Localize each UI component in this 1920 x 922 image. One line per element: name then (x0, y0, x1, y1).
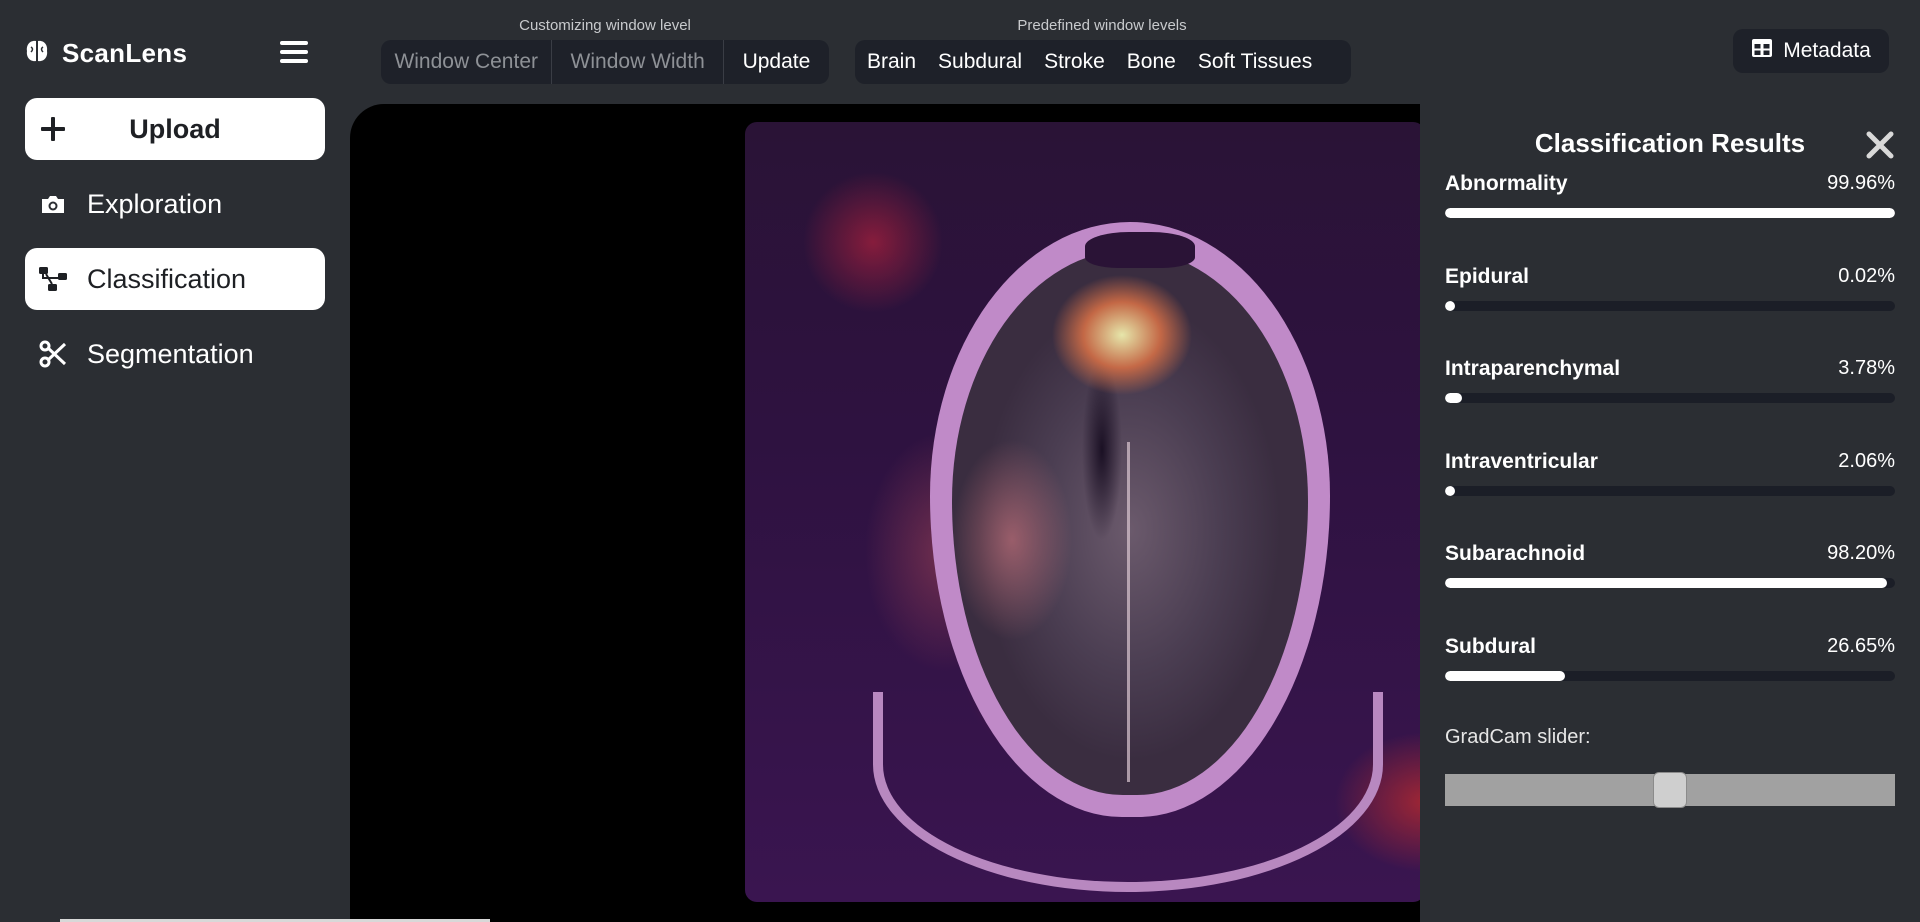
close-panel-button[interactable] (1863, 128, 1901, 166)
result-value: 0.02% (1838, 265, 1895, 287)
window-center-input[interactable]: Window Center (381, 40, 553, 84)
result-progress-fill (1445, 578, 1887, 588)
result-row-intraparenchymal: Intraparenchymal 3.78% (1445, 357, 1895, 417)
hierarchy-icon (35, 261, 71, 297)
metadata-button[interactable]: Metadata (1733, 29, 1889, 73)
result-progress-fill (1445, 671, 1565, 681)
predefined-window-caption: Predefined window levels (1017, 17, 1187, 34)
result-value: 99.96% (1827, 172, 1895, 194)
window-width-input[interactable]: Window Width (552, 40, 724, 84)
upload-button[interactable]: Upload (25, 98, 325, 160)
scan-sinus (1085, 232, 1195, 268)
result-value: 2.06% (1838, 450, 1895, 472)
result-progress-bar (1445, 578, 1895, 588)
result-label: Subarachnoid (1445, 542, 1586, 565)
result-value: 26.65% (1827, 635, 1895, 657)
image-viewer[interactable] (350, 104, 1420, 922)
preset-bone-button[interactable]: Bone (1116, 40, 1187, 84)
close-icon (1866, 131, 1894, 159)
custom-window-caption: Customizing window level (519, 17, 691, 34)
result-label: Intraparenchymal (1445, 357, 1621, 380)
result-progress-fill (1445, 208, 1895, 218)
preset-brain-button[interactable]: Brain (856, 40, 927, 84)
camera-icon (35, 186, 71, 222)
preset-group: Brain Subdural Stroke Bone Soft Tissues (855, 40, 1351, 84)
result-row-intraventricular: Intraventricular 2.06% (1445, 450, 1895, 510)
metadata-label: Metadata (1783, 39, 1871, 62)
preset-subdural-button[interactable]: Subdural (927, 40, 1033, 84)
result-row-subarachnoid: Subarachnoid 98.20% (1445, 542, 1895, 602)
result-progress-bar (1445, 393, 1895, 403)
scan-midline (1127, 442, 1130, 782)
result-progress-bar (1445, 671, 1895, 681)
result-progress-fill (1445, 301, 1455, 311)
result-progress-fill (1445, 393, 1462, 403)
gradcam-slider-label: GradCam slider: (1445, 726, 1591, 748)
brand: ScanLens (24, 38, 187, 69)
scissors-icon (35, 336, 71, 372)
result-row-abnormality: Abnormality 99.96% (1445, 172, 1895, 232)
preset-stroke-button[interactable]: Stroke (1033, 40, 1116, 84)
brain-logo-icon (24, 38, 50, 69)
hamburger-menu-button[interactable] (278, 36, 310, 68)
result-row-subdural: Subdural 26.65% (1445, 635, 1895, 695)
result-label: Subdural (1445, 635, 1537, 658)
result-progress-bar (1445, 208, 1895, 218)
result-value: 98.20% (1827, 542, 1895, 564)
sidebar-item-label: Segmentation (87, 338, 254, 369)
gradcam-slider-thumb[interactable] (1653, 772, 1687, 808)
sidebar-item-label: Exploration (87, 188, 223, 219)
panel-title: Classification Results (1534, 128, 1806, 158)
hamburger-icon (280, 41, 308, 63)
upload-label: Upload (129, 113, 221, 144)
result-progress-bar (1445, 301, 1895, 311)
scan-brain (952, 250, 1308, 795)
result-label: Abnormality (1445, 172, 1568, 195)
classification-results-panel: Classification Results Abnormality 99.96… (1420, 104, 1920, 922)
sidebar-item-exploration[interactable]: Exploration (25, 173, 325, 235)
sidebar-item-label: Classification (87, 263, 247, 294)
preset-soft-tissues-button[interactable]: Soft Tissues (1187, 40, 1323, 84)
result-label: Epidural (1445, 265, 1530, 288)
sidebar: ScanLens Upload Exploration Classificati… (0, 0, 350, 922)
gradcam-slider[interactable] (1445, 772, 1895, 808)
ct-scan-gradcam-image (745, 122, 1420, 902)
result-row-epidural: Epidural 0.02% (1445, 265, 1895, 325)
result-progress-fill (1445, 486, 1455, 496)
sidebar-item-segmentation[interactable]: Segmentation (25, 323, 325, 385)
sidebar-item-classification[interactable]: Classification (25, 248, 325, 310)
brand-name: ScanLens (62, 38, 188, 68)
table-icon (1751, 38, 1773, 64)
update-button[interactable]: Update (724, 40, 829, 84)
custom-window-group: Window Center Window Width Update (381, 40, 829, 84)
result-value: 3.78% (1838, 357, 1895, 379)
result-label: Intraventricular (1445, 450, 1598, 473)
result-progress-bar (1445, 486, 1895, 496)
